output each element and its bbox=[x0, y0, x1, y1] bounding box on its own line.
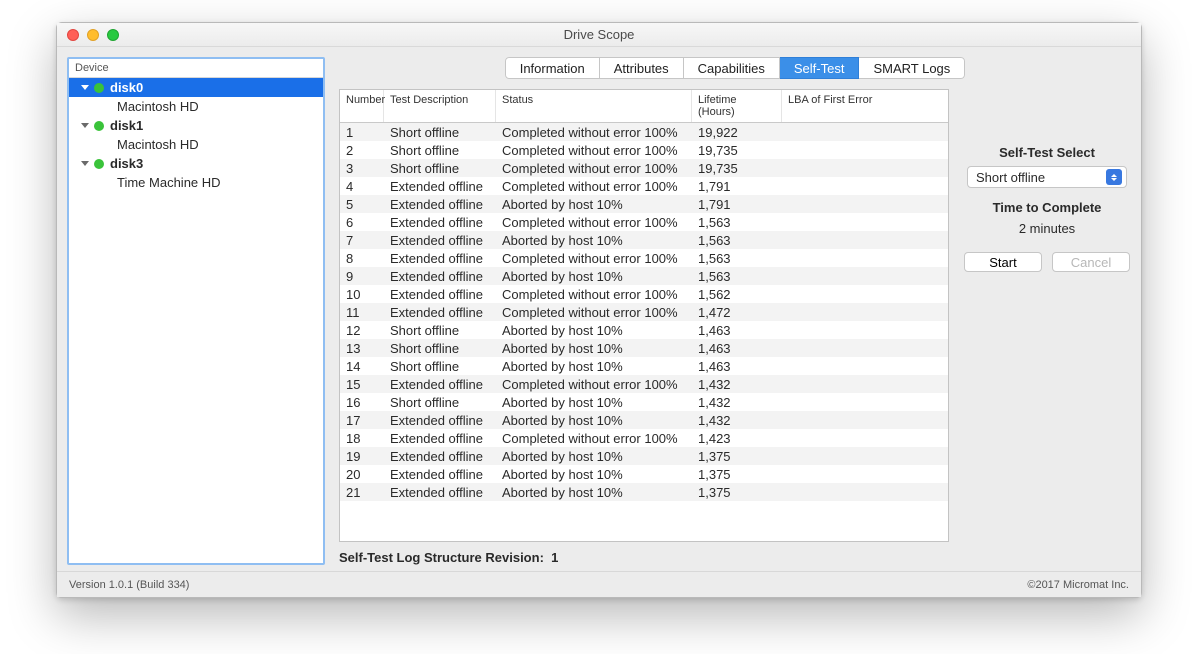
table-row[interactable]: 18Extended offlineCompleted without erro… bbox=[340, 429, 948, 447]
tab-information[interactable]: Information bbox=[505, 57, 600, 79]
log-revision: Self-Test Log Structure Revision: 1 bbox=[339, 550, 949, 565]
zoom-window-button[interactable] bbox=[107, 29, 119, 41]
time-to-complete-value: 2 minutes bbox=[1019, 221, 1075, 236]
copyright-label: ©2017 Micromat Inc. bbox=[1027, 579, 1129, 591]
window-title: Drive Scope bbox=[57, 27, 1141, 42]
table-row[interactable]: 17Extended offlineAborted by host 10%1,4… bbox=[340, 411, 948, 429]
table-row[interactable]: 4Extended offlineCompleted without error… bbox=[340, 177, 948, 195]
col-number[interactable]: Number bbox=[340, 90, 384, 122]
sidebar-volume[interactable]: Macintosh HD bbox=[69, 135, 323, 154]
cancel-button[interactable]: Cancel bbox=[1052, 252, 1130, 272]
col-lba[interactable]: LBA of First Error bbox=[782, 90, 948, 122]
tab-attributes[interactable]: Attributes bbox=[600, 57, 684, 79]
titlebar: Drive Scope bbox=[57, 23, 1141, 47]
table-row[interactable]: 8Extended offlineCompleted without error… bbox=[340, 249, 948, 267]
sidebar-disk-disk1[interactable]: disk1 bbox=[69, 116, 323, 135]
sidebar-disk-disk3[interactable]: disk3 bbox=[69, 154, 323, 173]
table-row[interactable]: 5Extended offlineAborted by host 10%1,79… bbox=[340, 195, 948, 213]
sidebar-volume[interactable]: Time Machine HD bbox=[69, 173, 323, 192]
table-row[interactable]: 12Short offlineAborted by host 10%1,463 bbox=[340, 321, 948, 339]
footer: Version 1.0.1 (Build 334) ©2017 Micromat… bbox=[57, 571, 1141, 597]
device-sidebar: Device disk0Macintosh HDdisk1Macintosh H… bbox=[67, 57, 325, 565]
minimize-window-button[interactable] bbox=[87, 29, 99, 41]
close-window-button[interactable] bbox=[67, 29, 79, 41]
disclosure-triangle-icon bbox=[81, 161, 89, 166]
table-row[interactable]: 1Short offlineCompleted without error 10… bbox=[340, 123, 948, 141]
tab-bar: InformationAttributesCapabilitiesSelf-Te… bbox=[339, 57, 1131, 79]
sidebar-disk-disk0[interactable]: disk0 bbox=[69, 78, 323, 97]
table-row[interactable]: 11Extended offlineCompleted without erro… bbox=[340, 303, 948, 321]
table-row[interactable]: 21Extended offlineAborted by host 10%1,3… bbox=[340, 483, 948, 501]
app-window: Drive Scope Device disk0Macintosh HDdisk… bbox=[56, 22, 1142, 598]
table-row[interactable]: 15Extended offlineCompleted without erro… bbox=[340, 375, 948, 393]
table-row[interactable]: 14Short offlineAborted by host 10%1,463 bbox=[340, 357, 948, 375]
status-dot-icon bbox=[94, 83, 104, 93]
col-description[interactable]: Test Description bbox=[384, 90, 496, 122]
sidebar-header: Device bbox=[69, 59, 323, 78]
tab-smart-logs[interactable]: SMART Logs bbox=[859, 57, 965, 79]
status-dot-icon bbox=[94, 121, 104, 131]
table-row[interactable]: 16Short offlineAborted by host 10%1,432 bbox=[340, 393, 948, 411]
status-dot-icon bbox=[94, 159, 104, 169]
tab-capabilities[interactable]: Capabilities bbox=[684, 57, 780, 79]
table-row[interactable]: 13Short offlineAborted by host 10%1,463 bbox=[340, 339, 948, 357]
selftest-select[interactable]: Short offline bbox=[967, 166, 1127, 188]
selftest-select-label: Self-Test Select bbox=[999, 145, 1095, 160]
device-tree: disk0Macintosh HDdisk1Macintosh HDdisk3T… bbox=[69, 78, 323, 563]
table-row[interactable]: 2Short offlineCompleted without error 10… bbox=[340, 141, 948, 159]
table-row[interactable]: 10Extended offlineCompleted without erro… bbox=[340, 285, 948, 303]
table-row[interactable]: 3Short offlineCompleted without error 10… bbox=[340, 159, 948, 177]
selftest-select-value: Short offline bbox=[976, 170, 1045, 185]
start-button[interactable]: Start bbox=[964, 252, 1042, 272]
disclosure-triangle-icon bbox=[81, 85, 89, 90]
version-label: Version 1.0.1 (Build 334) bbox=[69, 579, 189, 591]
table-row[interactable]: 19Extended offlineAborted by host 10%1,3… bbox=[340, 447, 948, 465]
sidebar-volume[interactable]: Macintosh HD bbox=[69, 97, 323, 116]
table-row[interactable]: 9Extended offlineAborted by host 10%1,56… bbox=[340, 267, 948, 285]
time-to-complete-label: Time to Complete bbox=[993, 200, 1102, 215]
chevron-updown-icon bbox=[1106, 169, 1122, 185]
table-row[interactable]: 7Extended offlineAborted by host 10%1,56… bbox=[340, 231, 948, 249]
table-row[interactable]: 20Extended offlineAborted by host 10%1,3… bbox=[340, 465, 948, 483]
col-lifetime[interactable]: Lifetime (Hours) bbox=[692, 90, 782, 122]
col-status[interactable]: Status bbox=[496, 90, 692, 122]
tab-self-test[interactable]: Self-Test bbox=[780, 57, 860, 79]
selftest-table: Number Test Description Status Lifetime … bbox=[339, 89, 949, 542]
table-row[interactable]: 6Extended offlineCompleted without error… bbox=[340, 213, 948, 231]
disclosure-triangle-icon bbox=[81, 123, 89, 128]
